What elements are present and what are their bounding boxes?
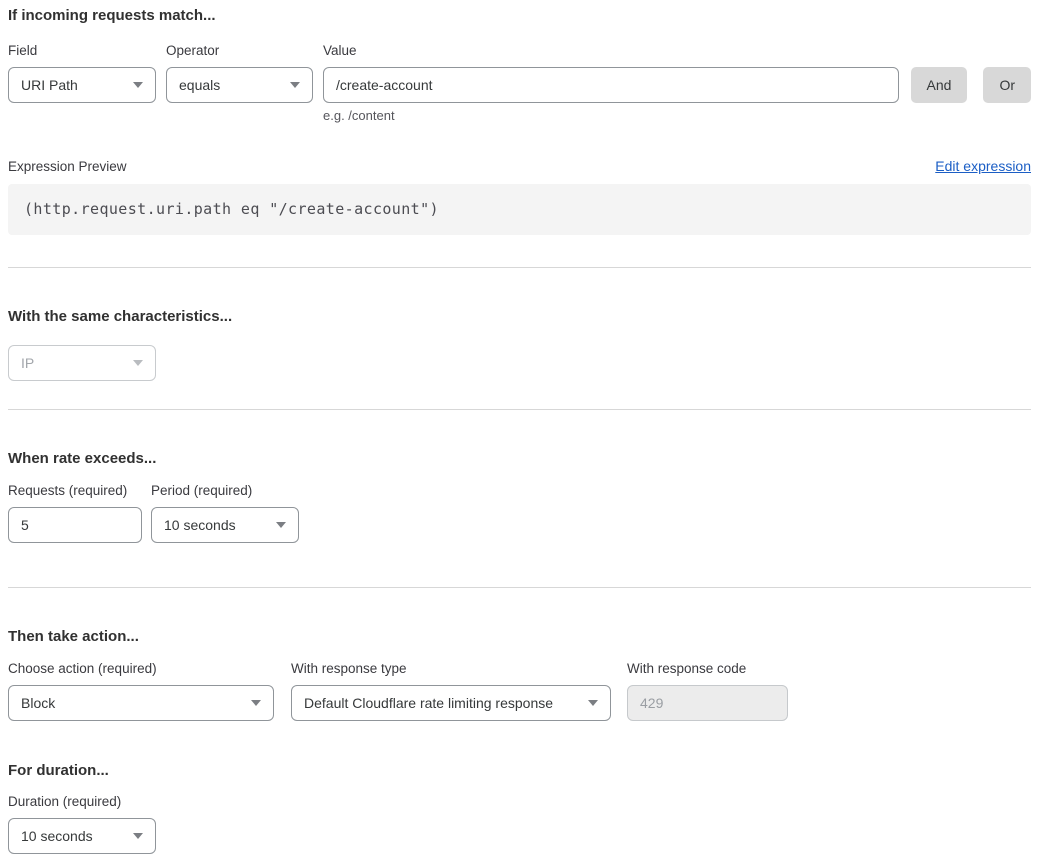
section-divider: [8, 267, 1031, 268]
response-type-select[interactable]: Default Cloudflare rate limiting respons…: [291, 685, 611, 721]
chevron-down-icon: [251, 700, 261, 706]
rate-controls-row: Requests (required) Period (required) 10…: [8, 484, 1031, 543]
response-code-input: [627, 685, 788, 721]
rate-section-heading: When rate exceeds...: [8, 450, 1031, 468]
expression-preview-block: (http.request.uri.path eq "/create-accou…: [8, 184, 1031, 235]
operator-label: Operator: [166, 44, 313, 58]
value-label: Value: [323, 44, 899, 58]
choose-action-label: Choose action (required): [8, 662, 274, 676]
characteristic-select: IP: [8, 345, 156, 381]
field-select-value: URI Path: [21, 77, 78, 93]
expression-preview-label: Expression Preview: [8, 159, 127, 174]
value-input[interactable]: [323, 67, 899, 103]
choose-action-select[interactable]: Block: [8, 685, 274, 721]
chevron-down-icon: [290, 82, 300, 88]
chevron-down-icon: [276, 522, 286, 528]
edit-expression-link[interactable]: Edit expression: [935, 159, 1031, 174]
operator-select[interactable]: equals: [166, 67, 313, 103]
operator-select-value: equals: [179, 77, 220, 93]
rate-limiting-rule-form: If incoming requests match... Field URI …: [0, 0, 1048, 854]
period-select[interactable]: 10 seconds: [151, 507, 299, 543]
response-code-label: With response code: [627, 662, 788, 676]
response-type-label: With response type: [291, 662, 611, 676]
duration-section-heading: For duration...: [8, 762, 1031, 780]
value-hint: e.g. /content: [323, 109, 899, 123]
expression-preview-header: Expression Preview Edit expression: [8, 159, 1031, 174]
response-type-select-value: Default Cloudflare rate limiting respons…: [304, 695, 553, 711]
match-section-heading: If incoming requests match...: [8, 7, 1031, 25]
characteristics-section-heading: With the same characteristics...: [8, 308, 1031, 326]
section-divider: [8, 587, 1031, 588]
chevron-down-icon: [133, 360, 143, 366]
field-select[interactable]: URI Path: [8, 67, 156, 103]
duration-controls-row: Duration (required) 10 seconds: [8, 795, 1031, 854]
action-controls-row: Choose action (required) Block With resp…: [8, 662, 1031, 721]
expression-code: (http.request.uri.path eq "/create-accou…: [24, 200, 439, 218]
and-button[interactable]: And: [911, 67, 968, 103]
period-label: Period (required): [151, 484, 299, 498]
requests-input[interactable]: [8, 507, 142, 543]
action-section-heading: Then take action...: [8, 628, 1031, 646]
characteristic-select-value: IP: [21, 355, 34, 371]
period-select-value: 10 seconds: [164, 517, 236, 533]
or-button[interactable]: Or: [983, 67, 1031, 103]
characteristics-row: IP: [8, 345, 1031, 381]
match-controls-row: Field URI Path Operator equals Value e.g…: [8, 44, 1031, 123]
field-label: Field: [8, 44, 156, 58]
chevron-down-icon: [133, 833, 143, 839]
chevron-down-icon: [133, 82, 143, 88]
duration-label: Duration (required): [8, 795, 156, 809]
duration-select[interactable]: 10 seconds: [8, 818, 156, 854]
choose-action-select-value: Block: [21, 695, 55, 711]
requests-label: Requests (required): [8, 484, 142, 498]
section-divider: [8, 409, 1031, 410]
chevron-down-icon: [588, 700, 598, 706]
